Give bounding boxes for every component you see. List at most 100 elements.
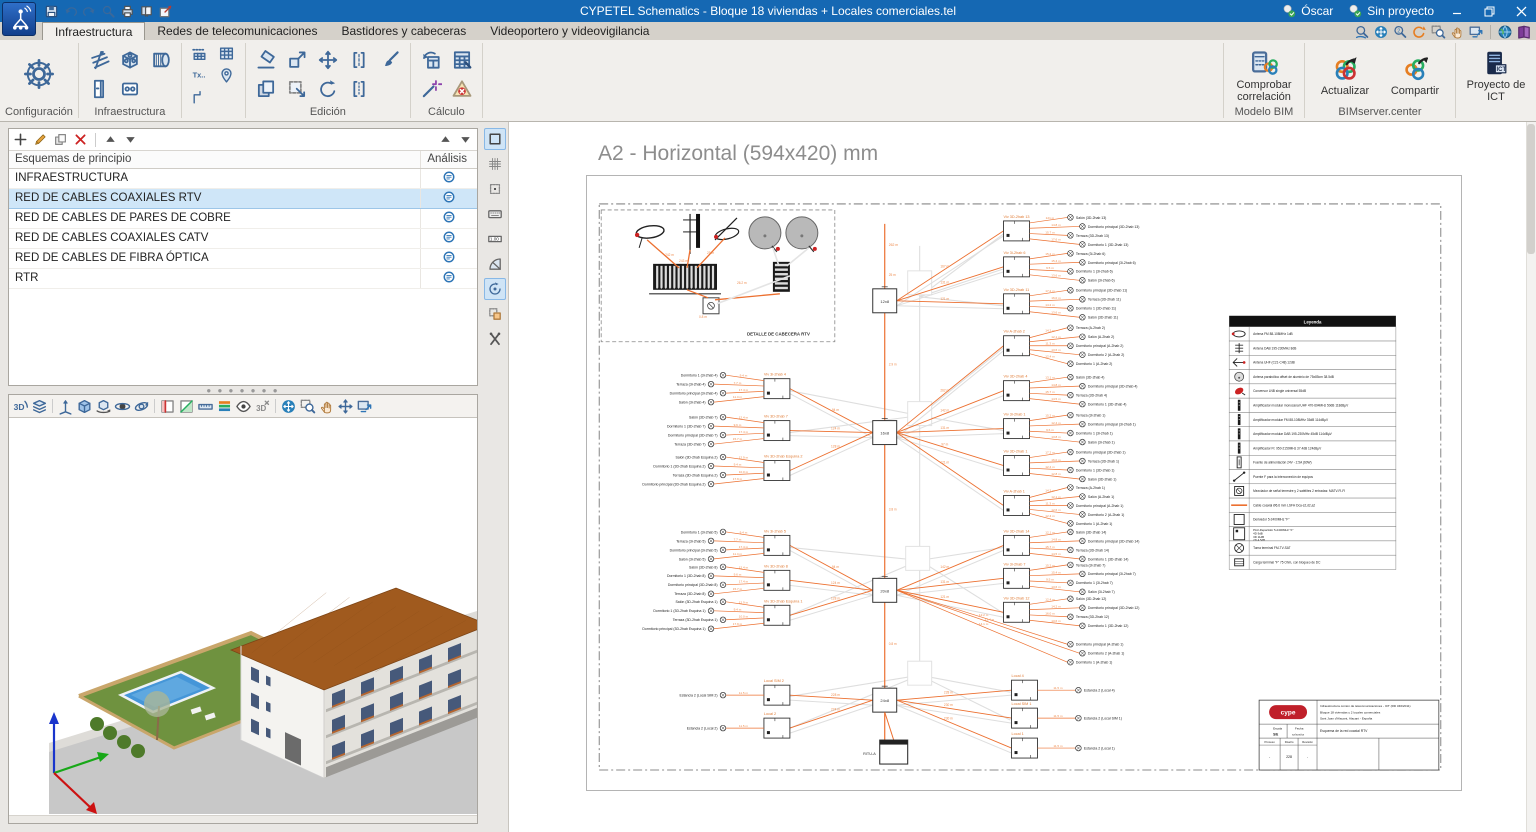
project-chip[interactable]: Sin proyecto [1341, 3, 1440, 19]
viv-cluster[interactable]: 128 m Viv 3D-2hab Esquina 1 12.9 m Salón (3… [642, 589, 873, 632]
brackets-button[interactable] [344, 46, 374, 74]
configuración-button[interactable] [17, 52, 61, 96]
eye-icon[interactable] [235, 398, 252, 415]
column-header-esquemas[interactable]: Esquemas de principio [9, 151, 421, 169]
viv-cluster[interactable]: 131 m Viv 3i-2hab 7 15.2 m Terraza (3i-2hab… [896, 561, 1136, 596]
zoom2-icon[interactable]: 2 [1392, 24, 1408, 40]
compartir-button[interactable]: Compartir [1380, 52, 1450, 97]
dim-tool[interactable]: 1.00 [484, 228, 506, 250]
scheme-row[interactable]: RTR [9, 268, 477, 289]
save-icon[interactable] [44, 4, 59, 19]
refresh-icon[interactable] [1411, 24, 1427, 40]
view3d-icon[interactable]: 3D [12, 398, 29, 415]
print-icon[interactable] [120, 4, 135, 19]
comprobar-correlaci-n-button[interactable]: Comprobar correlación [1229, 46, 1299, 103]
schematic-drawing[interactable]: 262 m 25 m 2.9 m 3.8 m 0.8 m 167 m Viv 3D-2hab… [598, 203, 1461, 771]
viv-cluster[interactable]: 228 m Local SIM 2 11.5 m Estancia 2 (Local … [680, 679, 873, 706]
pencil-icon[interactable] [33, 132, 48, 147]
antenna-button[interactable] [84, 46, 114, 74]
scheme-name[interactable]: RED DE CABLES DE FIBRA ÓPTICA [9, 248, 421, 269]
viv-cluster[interactable]: 124 m Viv 3D-2hab 8 12.4 m Salón (3D-2hab 8… [667, 563, 873, 597]
tab-redes-de-telecomunicaciones[interactable]: Redes de telecomunicaciones [145, 22, 329, 40]
grid2-tool[interactable] [484, 153, 506, 175]
redo-icon[interactable] [82, 4, 97, 19]
move-button[interactable] [313, 46, 343, 74]
paste-button[interactable] [282, 75, 312, 103]
triup-icon[interactable] [438, 132, 453, 147]
exportw-icon[interactable] [158, 4, 173, 19]
axes-icon[interactable] [57, 398, 74, 415]
wand-button[interactable] [416, 75, 446, 103]
viv-cluster[interactable]: 124 m Viv 3D-2hab 7 12.4 m Salón (3D-2hab 7… [667, 413, 873, 448]
tab-videoportero-y-videovigilancia[interactable]: Videoportero y videovigilancia [478, 22, 661, 40]
zoomext-icon[interactable] [1373, 24, 1389, 40]
scheme-name[interactable]: RED DE CABLES COAXIALES RTV [9, 187, 421, 209]
tridown-icon[interactable] [458, 132, 473, 147]
viv-cluster[interactable]: 121 m Viv 3D-2hab 12 12.4 m Salón (3D-2hab … [896, 589, 1140, 629]
viv-cluster[interactable]: 131 m Viv 3i-2hab 1 15.2 m Terraza (3i-2hab… [896, 411, 1136, 446]
tab-infraestructura[interactable]: Infraestructura [42, 22, 146, 40]
scheme-name[interactable]: RTR [9, 268, 421, 289]
building-3d-model[interactable] [49, 587, 477, 814]
book-icon[interactable] [139, 4, 154, 19]
copy-button[interactable] [251, 75, 281, 103]
snapsq-tool[interactable] [484, 178, 506, 200]
tx-button[interactable]: Tx.. [187, 65, 213, 86]
derivador-box[interactable]: 16x8 [872, 418, 898, 446]
analysis-icon[interactable] [442, 270, 456, 284]
pastesp-tool[interactable] [484, 303, 506, 325]
zoomprev-icon[interactable] [1354, 24, 1370, 40]
brush-button[interactable] [375, 46, 405, 74]
zoomwin-icon[interactable] [1430, 24, 1446, 40]
tridown-icon[interactable] [123, 132, 138, 147]
viewer3d-hscroll[interactable] [9, 815, 477, 823]
globe-icon[interactable] [1497, 24, 1513, 40]
scheme-name[interactable]: RED DE CABLES DE PARES DE COBRE [9, 208, 421, 229]
pin-button[interactable] [214, 65, 240, 86]
copy2-icon[interactable] [53, 132, 68, 147]
solid-icon[interactable] [76, 398, 93, 415]
conduit-button[interactable] [146, 46, 176, 74]
search-icon[interactable] [101, 4, 116, 19]
zoomwin-icon[interactable] [299, 398, 316, 415]
proyecto-de-ict-button[interactable]: ICT Proyecto de ICT [1461, 46, 1531, 103]
scheme-name[interactable]: RED DE CABLES COAXIALES CATV [9, 228, 421, 249]
derivador-box[interactable]: 20x8 [872, 575, 898, 603]
analysis-icon[interactable] [442, 230, 456, 244]
app-logo-icon[interactable] [2, 2, 36, 36]
calcref-button[interactable] [416, 46, 446, 74]
plus-icon[interactable] [13, 132, 28, 147]
viv-cluster[interactable]: 128 m Viv 3D-2hab Esquina 2 12.9 m Salón (3… [642, 432, 873, 488]
socket-button[interactable] [115, 75, 145, 103]
detail-cabecera[interactable]: 242 m 243 m 25 m 26.2 m 0.8 m DETALLE DE CABE… [600, 209, 836, 343]
orbit2-icon[interactable] [133, 398, 150, 415]
viewer3d-viewport[interactable] [9, 418, 477, 815]
restore-button[interactable] [1474, 0, 1504, 22]
orbit-icon[interactable] [114, 398, 131, 415]
hand-icon[interactable] [1449, 24, 1465, 40]
toolsx-tool[interactable] [484, 328, 506, 350]
move-icon[interactable] [337, 398, 354, 415]
analysis-icon[interactable] [442, 210, 456, 224]
protract-tool[interactable] [484, 253, 506, 275]
viv-cluster[interactable]: 230 m Local 1 11.5 m Estancia 2 (Local 1) [896, 699, 1115, 759]
triup-icon[interactable] [103, 132, 118, 147]
resize-button[interactable] [282, 46, 312, 74]
table-button[interactable] [214, 43, 240, 64]
rotate-button[interactable] [313, 75, 343, 103]
derivador-box[interactable]: 12x8 [872, 286, 898, 314]
orbitc-tool[interactable] [484, 278, 506, 300]
analysis-icon[interactable] [442, 170, 456, 184]
drawing-canvas-area[interactable]: A2 - Horizontal (594x420) mm 262 m 25 m 2.… [508, 122, 1536, 832]
canvas-vscrollbar[interactable] [1526, 122, 1536, 832]
error-button[interactable] [447, 75, 477, 103]
rotcube-icon[interactable] [95, 398, 112, 415]
bookp-icon[interactable] [1516, 24, 1532, 40]
scheme-row[interactable]: RED DE CABLES DE FIBRA ÓPTICA [9, 248, 477, 269]
cabinet-button[interactable] [84, 75, 114, 103]
hand-icon[interactable] [318, 398, 335, 415]
minimize-button[interactable] [1442, 0, 1472, 22]
scheme-row[interactable]: RED DE CABLES DE PARES DE COBRE [9, 208, 477, 229]
corner-button[interactable] [187, 87, 213, 108]
layers-icon[interactable] [31, 398, 48, 415]
